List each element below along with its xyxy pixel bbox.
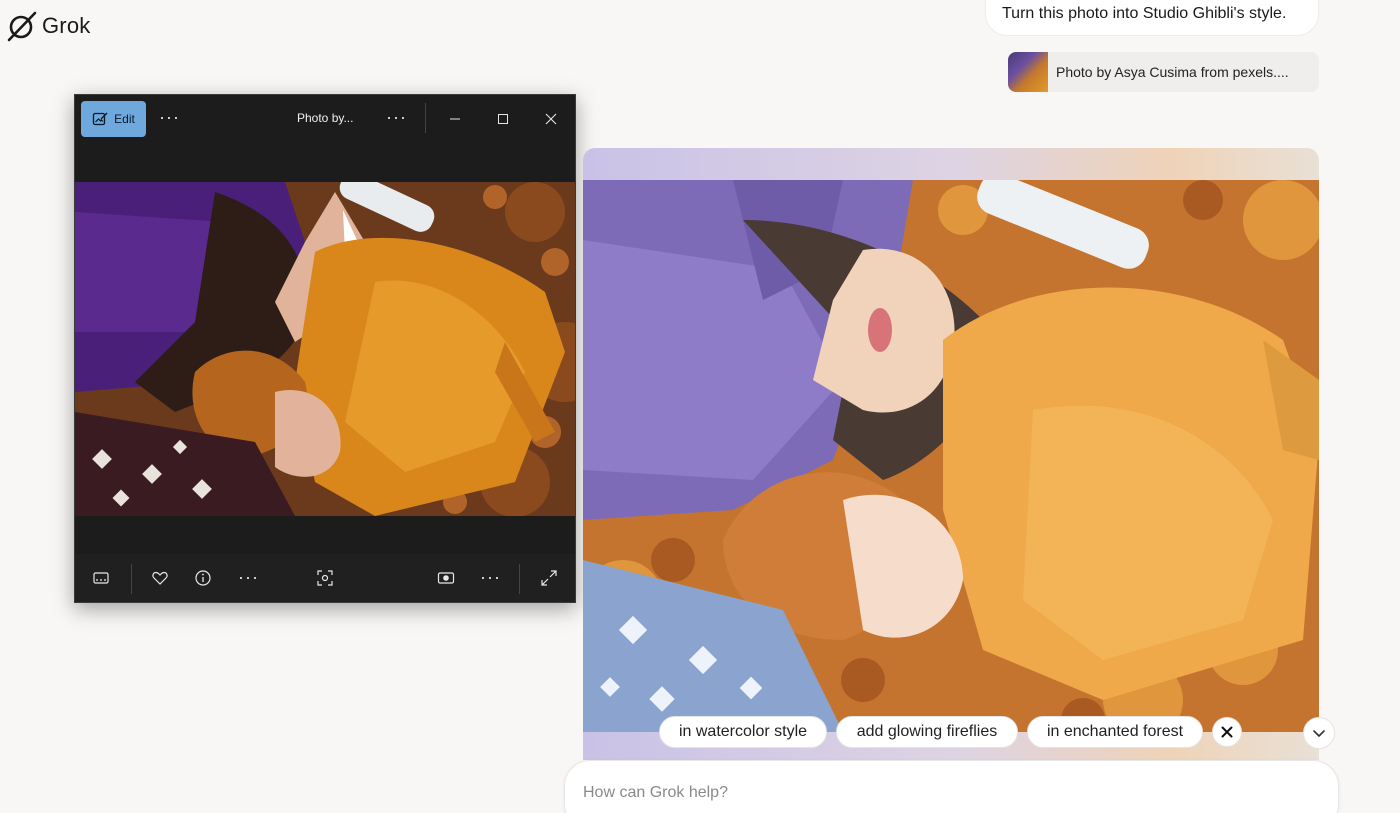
maximize-icon bbox=[498, 114, 508, 124]
original-photo bbox=[75, 182, 575, 516]
viewer-titlebar: Edit ··· Photo by... ··· bbox=[75, 95, 575, 143]
scan-text-icon bbox=[317, 570, 333, 586]
minimize-button[interactable] bbox=[445, 109, 465, 129]
minimize-icon bbox=[450, 118, 460, 120]
user-message: Turn this photo into Studio Ghibli's sty… bbox=[985, 0, 1319, 36]
scan-text-button[interactable] bbox=[315, 568, 335, 588]
toolbar-divider bbox=[131, 564, 132, 594]
titlebar-divider bbox=[425, 103, 426, 133]
suggestion-label: in enchanted forest bbox=[1046, 723, 1184, 740]
maximize-button[interactable] bbox=[493, 109, 513, 129]
dismiss-icon bbox=[1221, 726, 1233, 738]
scroll-to-bottom-button[interactable] bbox=[1303, 717, 1335, 749]
suggestion-chip-watercolor[interactable]: in watercolor style bbox=[659, 716, 827, 748]
info-icon bbox=[195, 570, 211, 586]
generated-image[interactable] bbox=[583, 180, 1319, 732]
slideshow-button[interactable] bbox=[436, 568, 456, 588]
viewer-title: Photo by... bbox=[297, 111, 354, 125]
suggestion-chip-fireflies[interactable]: add glowing fireflies bbox=[836, 716, 1018, 748]
grok-logo[interactable]: Grok bbox=[6, 10, 90, 42]
filmstrip-button[interactable] bbox=[91, 568, 111, 588]
attachment-label: Photo by Asya Cusima from pexels.... bbox=[1056, 64, 1289, 80]
generated-image-card bbox=[583, 148, 1319, 760]
prompt-input[interactable] bbox=[583, 781, 1283, 805]
slideshow-icon bbox=[437, 572, 455, 584]
edit-label: Edit bbox=[114, 112, 135, 126]
user-message-text: Turn this photo into Studio Ghibli's sty… bbox=[1002, 5, 1287, 22]
dismiss-suggestions-button[interactable] bbox=[1212, 717, 1242, 747]
viewer-toolbar: ··· ··· bbox=[75, 554, 575, 602]
app-name: Grok bbox=[42, 13, 91, 38]
filmstrip-icon bbox=[93, 572, 109, 584]
attachment-chip[interactable]: Photo by Asya Cusima from pexels.... bbox=[1008, 52, 1319, 92]
toolbar-more-button[interactable]: ··· bbox=[238, 565, 259, 589]
info-button[interactable] bbox=[193, 568, 213, 588]
viewer-more-button-left[interactable]: ··· bbox=[159, 105, 180, 129]
prompt-box bbox=[564, 760, 1339, 813]
toolbar-more-button-right[interactable]: ··· bbox=[480, 565, 501, 589]
photo-viewer-window: Edit ··· Photo by... ··· ··· ··· bbox=[74, 94, 576, 603]
attachment-thumbnail bbox=[1008, 52, 1048, 92]
grok-logo-icon bbox=[7, 11, 37, 42]
toolbar-divider-right bbox=[519, 564, 520, 594]
suggestion-chip-forest[interactable]: in enchanted forest bbox=[1027, 716, 1203, 748]
chevron-down-icon bbox=[1313, 730, 1325, 737]
fullscreen-button[interactable] bbox=[539, 568, 559, 588]
close-icon bbox=[545, 113, 557, 125]
edit-button[interactable]: Edit bbox=[81, 101, 146, 137]
suggestion-label: add glowing fireflies bbox=[856, 723, 998, 740]
close-window-button[interactable] bbox=[541, 109, 561, 129]
favorite-button[interactable] bbox=[150, 568, 170, 588]
fullscreen-icon bbox=[541, 570, 557, 586]
viewer-more-button-title[interactable]: ··· bbox=[386, 105, 407, 129]
edit-image-icon bbox=[93, 112, 108, 126]
suggestion-label: in watercolor style bbox=[678, 723, 808, 740]
heart-icon bbox=[152, 571, 168, 585]
